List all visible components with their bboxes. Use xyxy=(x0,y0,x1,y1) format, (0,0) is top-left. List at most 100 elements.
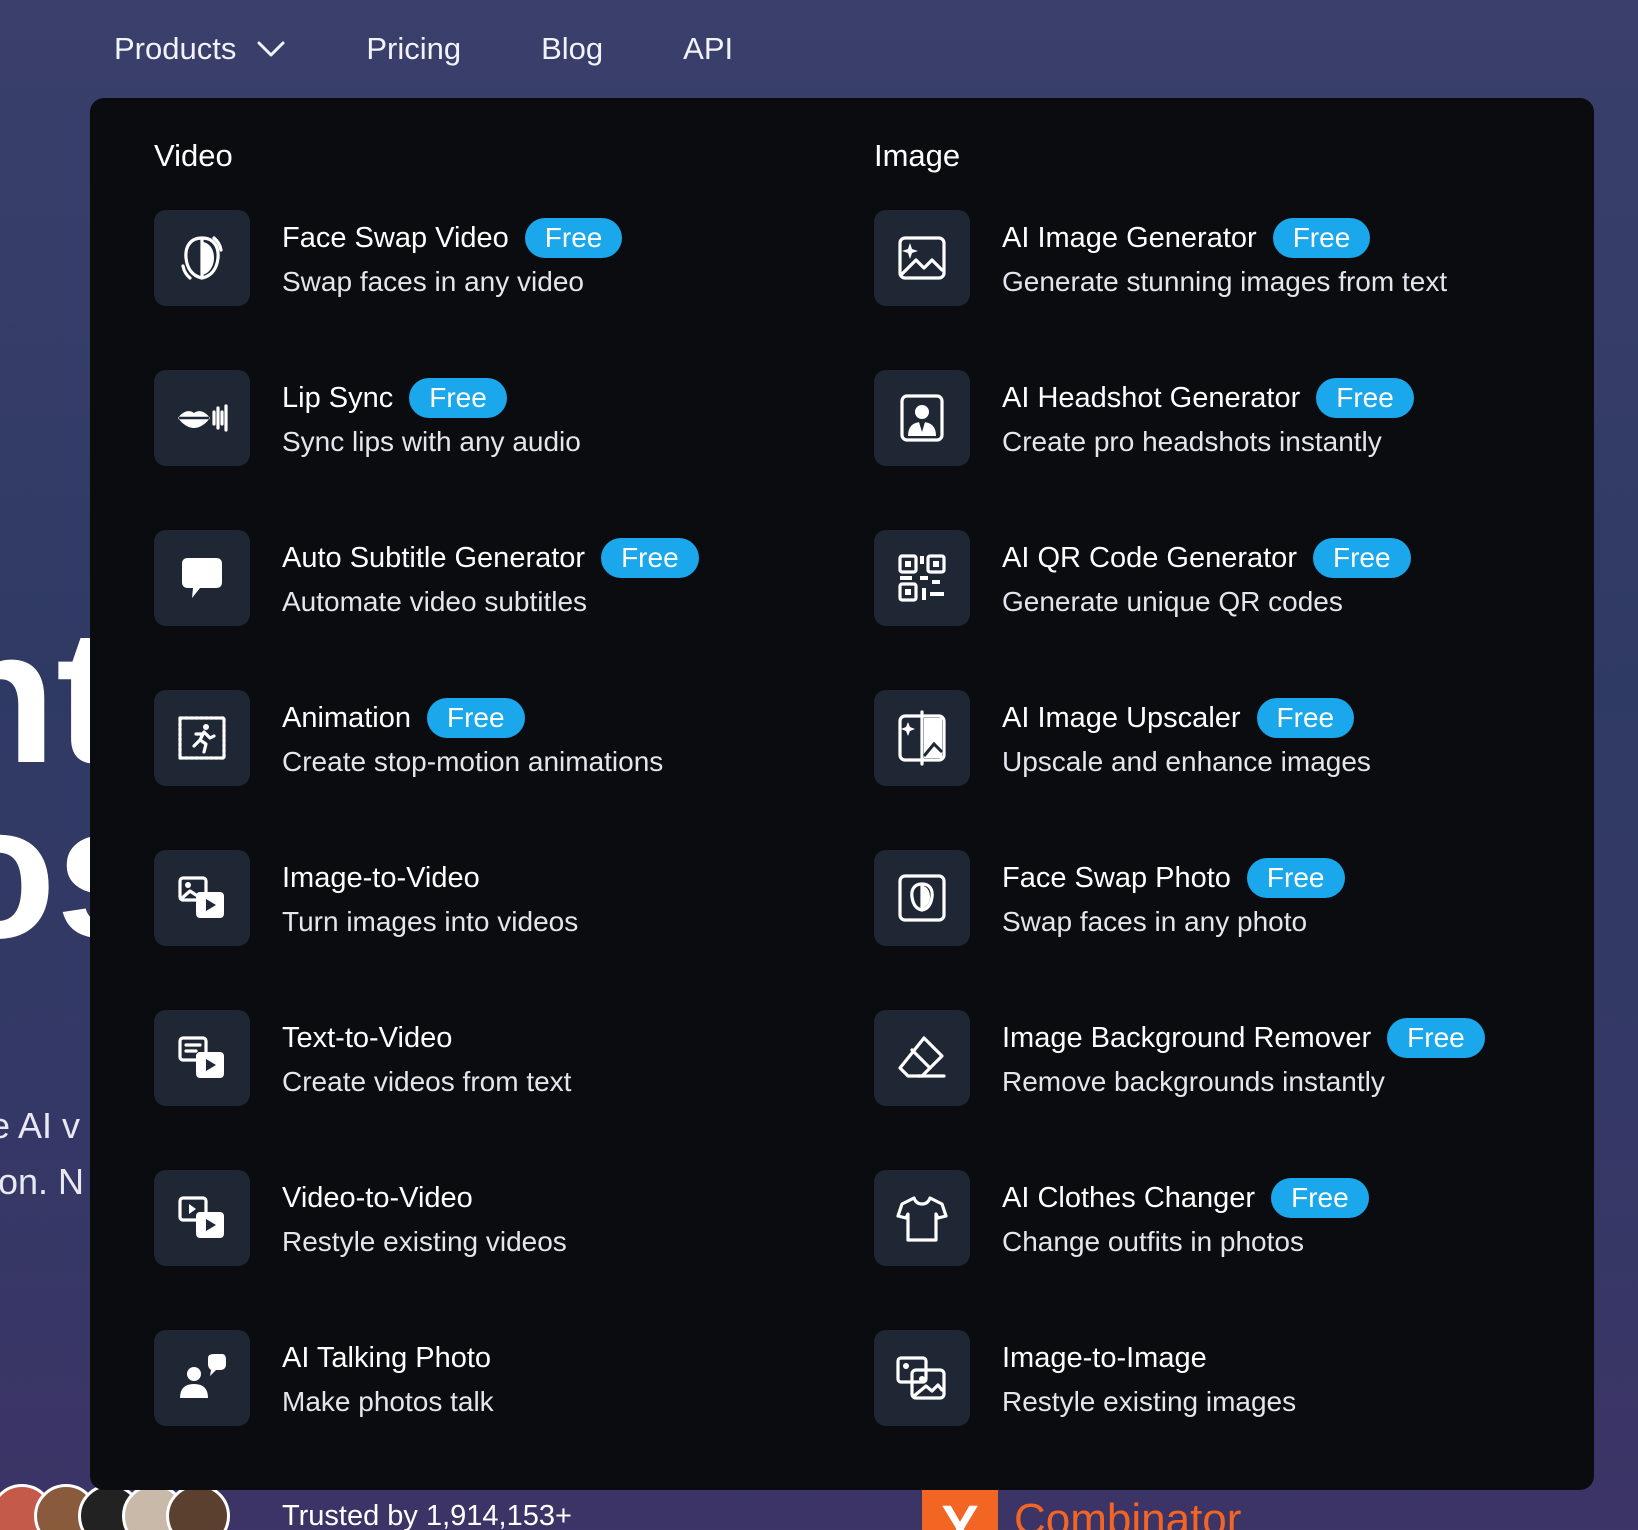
nav-pricing[interactable]: Pricing xyxy=(366,31,461,67)
nav-blog[interactable]: Blog xyxy=(541,31,603,67)
lips-icon xyxy=(178,404,228,432)
menu-item-video-to-video[interactable]: Video-to-Video Restyle existing videos xyxy=(154,1170,699,1330)
menu-item-desc: Generate unique QR codes xyxy=(1002,586,1343,617)
tshirt-icon xyxy=(896,1196,948,1242)
yc-text: Combinator xyxy=(1014,1495,1242,1530)
tshirt-icon-box xyxy=(874,1170,970,1266)
images-icon-box xyxy=(874,1330,970,1426)
menu-item-title: AI QR Code Generator xyxy=(1002,541,1297,574)
menu-item-image-to-video[interactable]: Image-to-Video Turn images into videos xyxy=(154,850,699,1010)
menu-item-title: Animation xyxy=(282,701,411,734)
eraser-icon xyxy=(898,1036,946,1078)
menu-item-text-to-video[interactable]: Text-to-Video Create videos from text xyxy=(154,1010,699,1170)
menu-item-title: Image Background Remover xyxy=(1002,1021,1372,1054)
free-badge: Free xyxy=(601,538,699,578)
menu-item-title: Lip Sync xyxy=(282,381,394,414)
menu-item-face-swap-video[interactable]: Face Swap Video Free Swap faces in any v… xyxy=(154,210,699,370)
image-play-icon-box xyxy=(154,850,250,946)
menu-item-title: AI Image Upscaler xyxy=(1002,701,1241,734)
upscale-icon-box xyxy=(874,690,970,786)
top-nav: Products Pricing Blog API xyxy=(0,0,1638,98)
menu-item-title: AI Clothes Changer xyxy=(1002,1181,1256,1214)
menu-item-title: AI Image Generator xyxy=(1002,221,1257,254)
menu-item-image-to-image[interactable]: Image-to-Image Restyle existing images xyxy=(874,1330,1485,1490)
free-badge: Free xyxy=(1387,1018,1485,1058)
yc-letter: Y xyxy=(922,1490,998,1530)
menu-item-ai-clothes-changer[interactable]: AI Clothes Changer Free Change outfits i… xyxy=(874,1170,1485,1330)
free-badge: Free xyxy=(426,698,525,738)
running-figure-icon-box xyxy=(154,690,250,786)
avatar-group xyxy=(0,1484,230,1530)
menu-item-desc: Restyle existing images xyxy=(1002,1386,1297,1417)
free-badge: Free xyxy=(1246,858,1345,898)
menu-item-image-background-remover[interactable]: Image Background Remover Free Remove bac… xyxy=(874,1010,1485,1170)
qr-code-icon xyxy=(898,554,946,602)
video-column-title: Video xyxy=(154,138,233,173)
avatar xyxy=(166,1484,230,1530)
yc-logo: Y Combinator xyxy=(922,1490,1241,1530)
menu-item-desc: Swap faces in any photo xyxy=(1002,906,1308,937)
menu-item-desc: Create stop-motion animations xyxy=(282,746,664,777)
menu-item-title: Video-to-Video xyxy=(282,1181,473,1214)
menu-item-desc: Create videos from text xyxy=(282,1066,572,1097)
nav-products-label: Products xyxy=(114,31,237,66)
trusted-by-text: Trusted by 1,914,153+ xyxy=(282,1500,572,1530)
speech-bubble-icon xyxy=(182,558,222,598)
hero-subtitle-fragment: e AI v ion. N xyxy=(0,1105,85,1202)
menu-item-title: Auto Subtitle Generator xyxy=(282,541,586,574)
talking-person-icon-box xyxy=(154,1330,250,1426)
free-badge: Free xyxy=(1272,218,1371,258)
menu-item-title: Image-to-Video xyxy=(282,861,480,894)
text-play-icon-box xyxy=(154,1010,250,1106)
menu-item-title: AI Talking Photo xyxy=(282,1341,492,1374)
talking-person-icon xyxy=(180,1354,226,1398)
menu-item-desc: Swap faces in any video xyxy=(282,266,584,297)
video-column: Face Swap Video Free Swap faces in any v… xyxy=(154,210,699,1490)
menu-item-face-swap-photo[interactable]: Face Swap Photo Free Swap faces in any p… xyxy=(874,850,1485,1010)
menu-item-desc: Turn images into videos xyxy=(282,906,579,937)
lips-icon-box xyxy=(154,370,250,466)
free-badge: Free xyxy=(1256,698,1355,738)
products-dropdown: Video Image Face Swap Video Free Swap fa… xyxy=(90,98,1594,1490)
image-play-icon xyxy=(178,876,224,918)
menu-item-desc: Make photos talk xyxy=(282,1386,494,1417)
menu-item-desc: Change outfits in photos xyxy=(1002,1226,1304,1257)
face-swap-icon xyxy=(181,236,223,280)
menu-item-auto-subtitle-generator[interactable]: Auto Subtitle Generator Free Automate vi… xyxy=(154,530,699,690)
menu-item-ai-image-upscaler[interactable]: AI Image Upscaler Free Upscale and enhan… xyxy=(874,690,1485,850)
menu-item-desc: Restyle existing videos xyxy=(282,1226,567,1257)
menu-item-animation[interactable]: Animation Free Create stop-motion animat… xyxy=(154,690,699,850)
image-sparkle-icon-box xyxy=(874,210,970,306)
menu-item-title: Text-to-Video xyxy=(282,1021,453,1054)
headshot-icon-box xyxy=(874,370,970,466)
menu-item-lip-sync[interactable]: Lip Sync Free Sync lips with any audio xyxy=(154,370,699,530)
menu-item-title: Face Swap Video xyxy=(282,221,509,254)
upscale-icon xyxy=(898,710,946,766)
menu-item-title: AI Headshot Generator xyxy=(1002,381,1301,414)
menu-item-title: Image-to-Image xyxy=(1002,1341,1207,1374)
menu-item-desc: Generate stunning images from text xyxy=(1002,266,1448,297)
menu-item-ai-qr-code-generator[interactable]: AI QR Code Generator Free Generate uniqu… xyxy=(874,530,1485,690)
nav-api[interactable]: API xyxy=(683,31,733,67)
free-badge: Free xyxy=(1312,538,1411,578)
free-badge: Free xyxy=(1271,1178,1369,1218)
menu-item-ai-talking-photo[interactable]: AI Talking Photo Make photos talk xyxy=(154,1330,699,1490)
menu-item-title: Face Swap Photo xyxy=(1002,861,1231,894)
eraser-icon-box xyxy=(874,1010,970,1106)
free-badge: Free xyxy=(409,378,507,418)
image-column: AI Image Generator Free Generate stunnin… xyxy=(874,210,1485,1490)
menu-item-desc: Remove backgrounds instantly xyxy=(1002,1066,1385,1097)
face-swap-photo-icon xyxy=(898,874,946,922)
menu-item-ai-headshot-generator[interactable]: AI Headshot Generator Free Create pro he… xyxy=(874,370,1485,530)
images-icon xyxy=(896,1356,946,1400)
qr-code-icon-box xyxy=(874,530,970,626)
image-column-title: Image xyxy=(874,138,961,173)
menu-item-ai-image-generator[interactable]: AI Image Generator Free Generate stunnin… xyxy=(874,210,1485,370)
menu-item-desc: Automate video subtitles xyxy=(282,586,588,617)
free-badge: Free xyxy=(1316,378,1414,418)
running-figure-icon xyxy=(178,716,226,760)
text-play-icon xyxy=(178,1036,224,1078)
headshot-icon xyxy=(900,394,944,442)
menu-item-desc: Create pro headshots instantly xyxy=(1002,426,1382,457)
nav-products[interactable]: Products xyxy=(114,31,286,67)
